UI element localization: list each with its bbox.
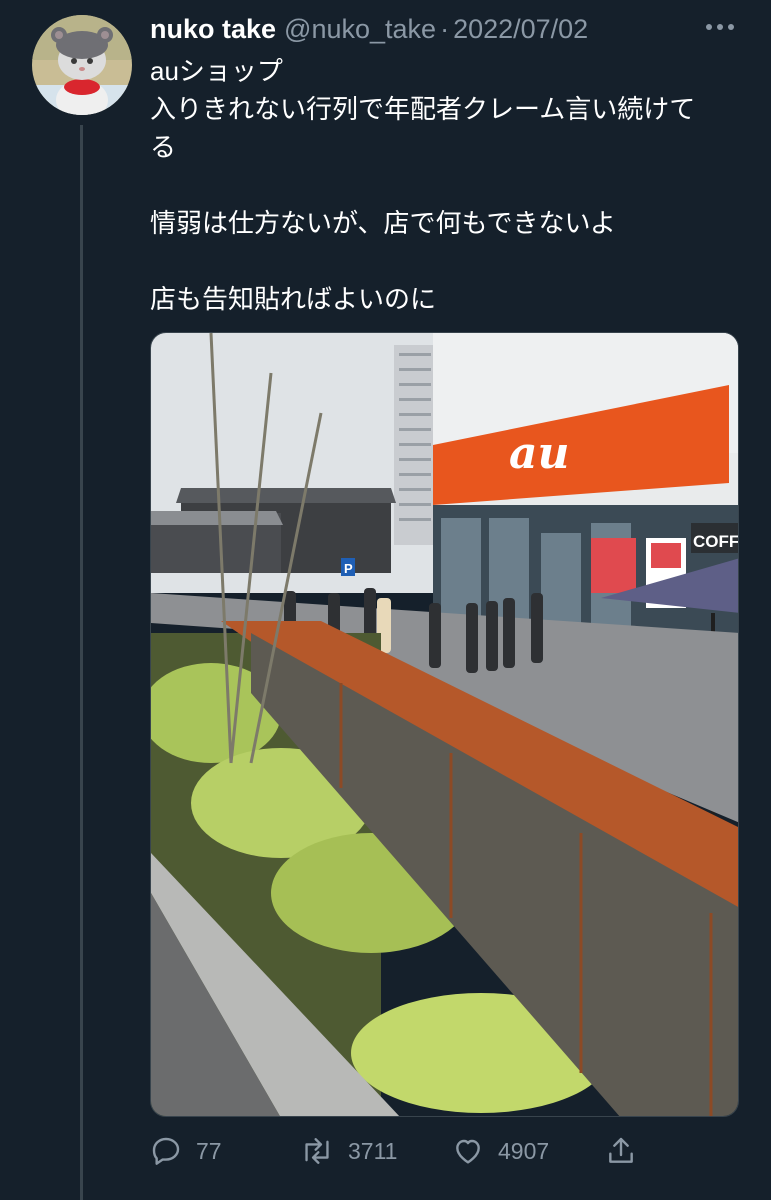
- more-icon: [706, 24, 734, 30]
- store-queue-photo: au COFFE P: [151, 333, 739, 1116]
- coffee-sign: COFFE: [693, 532, 739, 551]
- reply-button[interactable]: 77: [150, 1135, 222, 1167]
- share-icon: [609, 1137, 633, 1163]
- tweet-actions: 77 3711 4907: [150, 1128, 750, 1174]
- like-count: 4907: [498, 1137, 550, 1164]
- retweet-button[interactable]: 3711: [300, 1135, 397, 1167]
- tweet-text-line: auショップ: [150, 56, 283, 86]
- tweet-text: auショップ 入りきれない行列で年配者クレーム言い続けて る 情弱は仕方ないが、…: [150, 52, 755, 318]
- tweet-header: nuko take @nuko_take · 2022/07/02: [150, 12, 760, 46]
- tweet-text-gap: [150, 242, 755, 280]
- thread-line: [80, 125, 83, 1200]
- retweet-count: 3711: [348, 1137, 398, 1164]
- like-button[interactable]: 4907: [452, 1135, 549, 1167]
- more-button[interactable]: [700, 12, 740, 42]
- tweet-text-line: 店も告知貼ればよいのに: [150, 284, 437, 314]
- reply-count: 77: [196, 1137, 222, 1164]
- author-name[interactable]: nuko take: [150, 14, 276, 45]
- share-button[interactable]: [605, 1135, 637, 1167]
- tweet-text-line: 情弱は仕方ないが、店で何もできないよ: [150, 208, 616, 238]
- tweet-text-line: る: [150, 132, 177, 162]
- author-handle[interactable]: @nuko_take: [284, 14, 436, 45]
- separator-dot: ·: [440, 13, 450, 44]
- avatar-cat-image: [32, 15, 132, 115]
- heart-icon: [456, 1139, 480, 1164]
- tweet-date[interactable]: 2022/07/02: [453, 14, 588, 45]
- tweet-text-line: 入りきれない行列で年配者クレーム言い続けて: [150, 94, 696, 124]
- retweet-icon: [305, 1138, 329, 1164]
- parking-sign: P: [344, 561, 353, 576]
- reply-icon: [152, 1137, 180, 1165]
- tweet-photo[interactable]: au COFFE P: [150, 332, 739, 1117]
- avatar[interactable]: [32, 15, 132, 115]
- au-store-sign: au: [509, 428, 570, 479]
- tweet-text-gap: [150, 166, 755, 204]
